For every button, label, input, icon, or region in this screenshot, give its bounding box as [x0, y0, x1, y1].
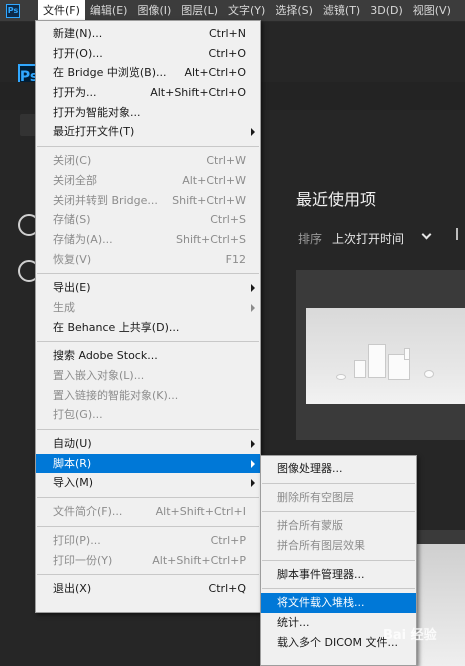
recent-items-title: 最近使用项: [296, 190, 377, 209]
thumbnail-image: [306, 308, 465, 404]
submenu-arrow-icon: [251, 128, 255, 137]
menu-separator: [37, 429, 259, 431]
menu-item-new[interactable]: 新建(N)... Ctrl+N: [36, 24, 260, 44]
menu-layer[interactable]: 图层(L): [176, 0, 223, 22]
menu-item-browse-in-bridge[interactable]: 在 Bridge 中浏览(B)... Alt+Ctrl+O: [36, 63, 260, 83]
menu-item-import[interactable]: 导入(M): [36, 473, 260, 493]
menu-item-package: 打包(G)...: [53, 408, 103, 422]
menu-item-place-embedded: 置入嵌入对象(L)...: [53, 369, 145, 382]
menu-item-print: 打印(P)... Ctrl+P: [53, 533, 246, 547]
baidu-jingyan-watermark: Bai 经验: [383, 628, 437, 643]
menu-separator: [37, 497, 259, 499]
menu-item-revert: 恢复(V) F12: [53, 252, 246, 266]
menu-item-automate[interactable]: 自动(U): [36, 434, 260, 454]
menu-3d[interactable]: 3D(D): [365, 0, 408, 22]
menu-filter[interactable]: 滤镜(T): [318, 0, 365, 22]
submenu-item-delete-all-empty-layers: 删除所有空图层: [277, 490, 354, 504]
menu-separator: [262, 559, 415, 561]
menu-separator: [37, 273, 259, 275]
menu-bar: Ps 文件(F) 编辑(E) 图像(I) 图层(L) 文字(Y) 选择(S) 滤…: [0, 0, 465, 22]
menu-item-search-adobe-stock[interactable]: 搜索 Adobe Stock...: [36, 346, 260, 366]
sort-direction-icon[interactable]: [456, 228, 458, 240]
menu-item-exit[interactable]: 退出(X) Ctrl+Q: [36, 579, 260, 599]
menu-item-print-one-copy: 打印一份(Y) Alt+Shift+Ctrl+P: [53, 553, 246, 567]
menu-item-scripts[interactable]: 脚本(R): [36, 453, 260, 474]
menu-item-export[interactable]: 导出(E): [36, 278, 260, 298]
menu-item-save: 存储(S) Ctrl+S: [53, 213, 246, 227]
menu-item-close-and-go-to-bridge: 关闭并转到 Bridge... Shift+Ctrl+W: [53, 193, 246, 207]
submenu-item-flatten-all-masks: 拼合所有蒙版: [277, 519, 343, 533]
menu-image[interactable]: 图像(I): [132, 0, 176, 22]
menu-separator: [37, 525, 259, 527]
sort-dropdown[interactable]: 上次打开时间: [332, 230, 404, 247]
submenu-arrow-icon: [251, 303, 255, 312]
menu-item-save-as: 存储为(A)... Shift+Ctrl+S: [53, 232, 246, 246]
menu-view[interactable]: 视图(V): [408, 0, 456, 22]
submenu-arrow-icon: [251, 459, 255, 468]
menu-separator: [37, 341, 259, 343]
submenu-arrow-icon: [251, 284, 255, 293]
menu-item-file-info: 文件简介(F)... Alt+Shift+Ctrl+I: [53, 505, 246, 519]
menu-select[interactable]: 选择(S): [270, 0, 318, 22]
submenu-item-flatten-all-layer-effects: 拼合所有图层效果: [277, 539, 365, 553]
menu-separator: [262, 588, 415, 590]
file-menu-dropdown: 新建(N)... Ctrl+N 打开(O)... Ctrl+O 在 Bridge 中…: [35, 20, 261, 613]
menu-file[interactable]: 文件(F): [38, 0, 85, 22]
menu-item-generate: 生成: [36, 298, 260, 318]
submenu-item-script-events-manager[interactable]: 脚本事件管理器...: [261, 565, 416, 585]
menu-separator: [262, 482, 415, 484]
menu-type[interactable]: 文字(Y): [223, 0, 270, 22]
menu-item-place-linked: 置入链接的智能对象(K)...: [53, 388, 179, 402]
submenu-arrow-icon: [251, 440, 255, 449]
recent-file-thumbnail[interactable]: [296, 270, 465, 440]
menu-item-open-as-smart-object[interactable]: 打开为智能对象...: [36, 103, 260, 123]
submenu-item-image-processor[interactable]: 图像处理器...: [261, 459, 416, 479]
menu-separator: [262, 511, 415, 513]
photoshop-app-icon[interactable]: Ps: [6, 3, 20, 18]
sort-label: 排序: [298, 232, 323, 246]
menu-separator: [37, 146, 259, 148]
menu-item-open-as[interactable]: 打开为... Alt+Shift+Ctrl+O: [36, 83, 260, 103]
menu-item-close-all: 关闭全部 Alt+Ctrl+W: [53, 173, 246, 187]
menu-item-close: 关闭(C) Ctrl+W: [53, 154, 246, 168]
submenu-arrow-icon: [251, 479, 255, 488]
menu-separator: [37, 574, 259, 576]
menu-item-share-on-behance[interactable]: 在 Behance 上共享(D)...: [36, 318, 260, 338]
menu-edit[interactable]: 编辑(E): [85, 0, 133, 22]
menu-item-open[interactable]: 打开(O)... Ctrl+O: [36, 44, 260, 64]
menu-item-open-recent[interactable]: 最近打开文件(T): [36, 122, 260, 142]
submenu-item-load-files-into-stack[interactable]: 将文件载入堆栈...: [261, 593, 416, 614]
